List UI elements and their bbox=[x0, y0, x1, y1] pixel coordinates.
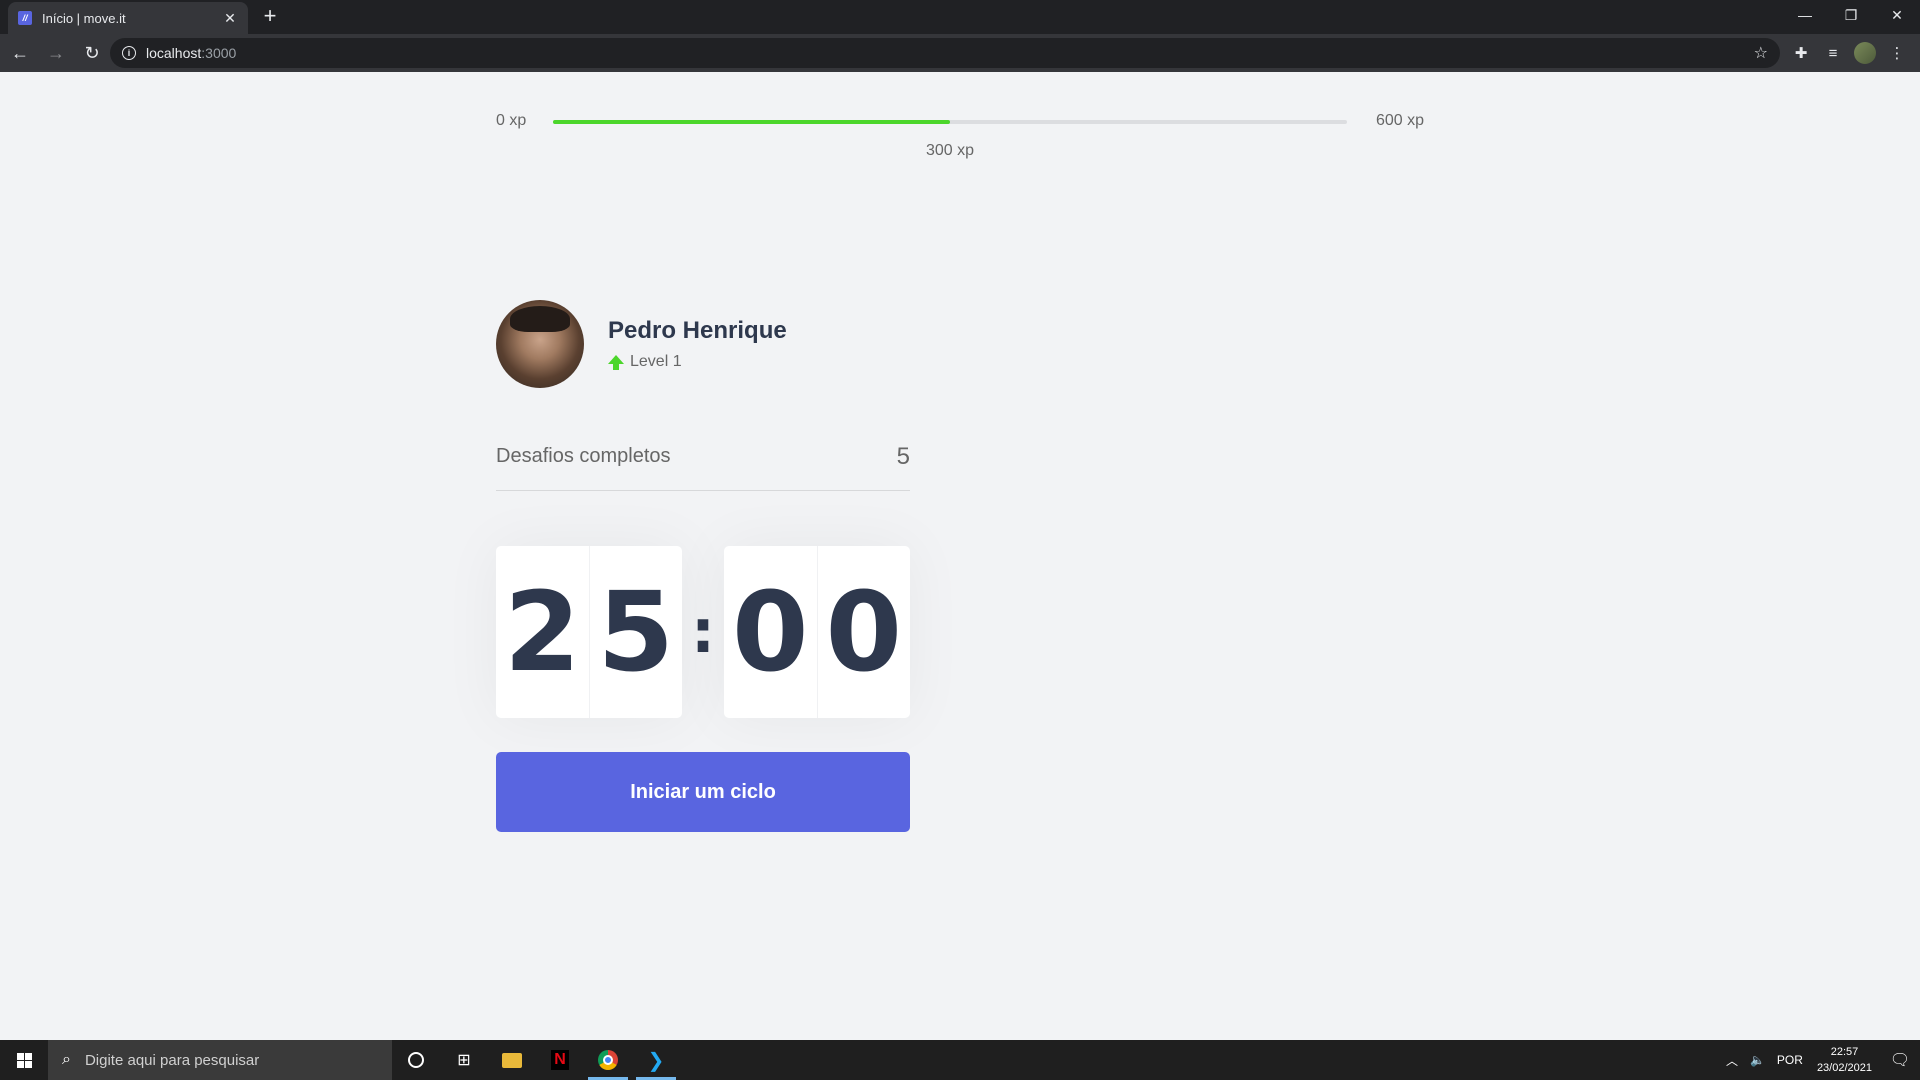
chrome-icon[interactable] bbox=[584, 1040, 632, 1080]
avatar bbox=[496, 300, 584, 388]
media-queue-icon[interactable]: ≡ bbox=[1820, 38, 1846, 68]
completed-challenges: Desafios completos 5 bbox=[496, 443, 910, 491]
tray-chevron-icon[interactable]: ︿ bbox=[1720, 1052, 1744, 1069]
close-window-icon[interactable]: ✕ bbox=[1874, 0, 1920, 30]
file-explorer-icon[interactable] bbox=[488, 1040, 536, 1080]
xp-min-label: 0 xp bbox=[496, 112, 527, 129]
xp-max-label: 600 xp bbox=[1375, 112, 1424, 129]
browser-tab-bar: // Início | move.it ✕ + — ❐ ✕ bbox=[0, 0, 1920, 34]
clock-date: 23/02/2021 bbox=[1816, 1062, 1872, 1074]
profile-level: Level 1 bbox=[608, 353, 787, 371]
volume-icon[interactable]: 🔈 bbox=[1744, 1053, 1771, 1067]
taskbar-search[interactable]: ⌕ Digite aqui para pesquisar bbox=[48, 1040, 392, 1080]
profile-name: Pedro Henrique bbox=[608, 317, 787, 344]
second-digit-left: 0 bbox=[724, 546, 818, 718]
minute-digit-left: 2 bbox=[496, 546, 590, 718]
move-it-favicon-icon: // bbox=[18, 11, 32, 25]
language-indicator[interactable]: POR bbox=[1771, 1053, 1809, 1067]
window-controls: — ❐ ✕ bbox=[1782, 0, 1920, 30]
second-digit-right: 0 bbox=[825, 568, 903, 696]
notification-center-icon[interactable]: 🗨 bbox=[1880, 1050, 1920, 1070]
task-view-icon[interactable]: ⊞ bbox=[440, 1040, 488, 1080]
profile-icon[interactable] bbox=[1852, 38, 1878, 68]
browser-toolbar: ← → ↻ i localhost:3000 ☆ ✚ ≡ ⋮ bbox=[0, 34, 1920, 72]
level-label: Level 1 bbox=[630, 353, 682, 370]
minimize-icon[interactable]: — bbox=[1782, 0, 1828, 30]
profile-card: Pedro Henrique Level 1 bbox=[496, 300, 787, 388]
extension-area: ✚ ≡ ⋮ bbox=[1788, 38, 1910, 68]
level-up-arrow-icon bbox=[608, 354, 624, 370]
system-tray: ︿ 🔈 POR 22:57 23/02/2021 🗨 bbox=[1720, 1040, 1920, 1080]
restore-icon[interactable]: ❐ bbox=[1828, 0, 1874, 30]
page-content: 0 xp 300 xp 600 xp Pedro Henrique Level … bbox=[0, 72, 1920, 1040]
back-icon[interactable]: ← bbox=[4, 37, 36, 69]
url-host: localhost bbox=[146, 45, 202, 61]
netflix-icon[interactable]: N bbox=[536, 1040, 584, 1080]
windows-taskbar: ⌕ Digite aqui para pesquisar ⊞ N ❯ ︿ 🔈 P… bbox=[0, 1040, 1920, 1080]
countdown-separator: : bbox=[691, 597, 715, 667]
menu-dots-icon[interactable]: ⋮ bbox=[1884, 38, 1910, 68]
url-port: :3000 bbox=[201, 45, 237, 61]
forward-icon[interactable]: → bbox=[40, 37, 72, 69]
site-info-icon[interactable]: i bbox=[122, 46, 136, 60]
xp-progress-fill bbox=[553, 120, 950, 124]
cortana-icon[interactable] bbox=[392, 1040, 440, 1080]
windows-start-icon[interactable] bbox=[0, 1040, 48, 1080]
countdown-timer: 2 5 : 0 0 bbox=[496, 546, 910, 718]
taskbar-search-placeholder: Digite aqui para pesquisar bbox=[84, 1051, 260, 1069]
taskbar-clock[interactable]: 22:57 23/02/2021 bbox=[1809, 1044, 1880, 1076]
profile-info: Pedro Henrique Level 1 bbox=[608, 317, 787, 371]
address-bar[interactable]: i localhost:3000 ☆ bbox=[110, 38, 1780, 68]
xp-current-label: 300 xp bbox=[925, 142, 975, 159]
new-tab-icon[interactable]: + bbox=[258, 4, 282, 28]
start-cycle-button[interactable]: Iniciar um ciclo bbox=[496, 752, 910, 832]
experience-bar: 0 xp 300 xp 600 xp bbox=[496, 110, 1424, 159]
clock-time: 22:57 bbox=[1830, 1046, 1859, 1058]
tab-title: Início | move.it bbox=[42, 10, 126, 26]
xp-track: 300 xp bbox=[553, 120, 1347, 159]
vscode-icon[interactable]: ❯ bbox=[632, 1040, 680, 1080]
minutes-box: 2 5 bbox=[496, 546, 682, 718]
seconds-box: 0 0 bbox=[724, 546, 910, 718]
browser-tab[interactable]: // Início | move.it ✕ bbox=[8, 2, 248, 34]
extensions-puzzle-icon[interactable]: ✚ bbox=[1788, 38, 1814, 68]
close-tab-icon[interactable]: ✕ bbox=[222, 10, 238, 27]
challenges-label: Desafios completos bbox=[496, 445, 671, 467]
reload-icon[interactable]: ↻ bbox=[76, 37, 108, 69]
bookmark-star-icon[interactable]: ☆ bbox=[1754, 43, 1768, 63]
minute-digit-right: 5 bbox=[597, 568, 675, 696]
challenges-count: 5 bbox=[896, 443, 910, 470]
search-icon: ⌕ bbox=[62, 1051, 71, 1068]
